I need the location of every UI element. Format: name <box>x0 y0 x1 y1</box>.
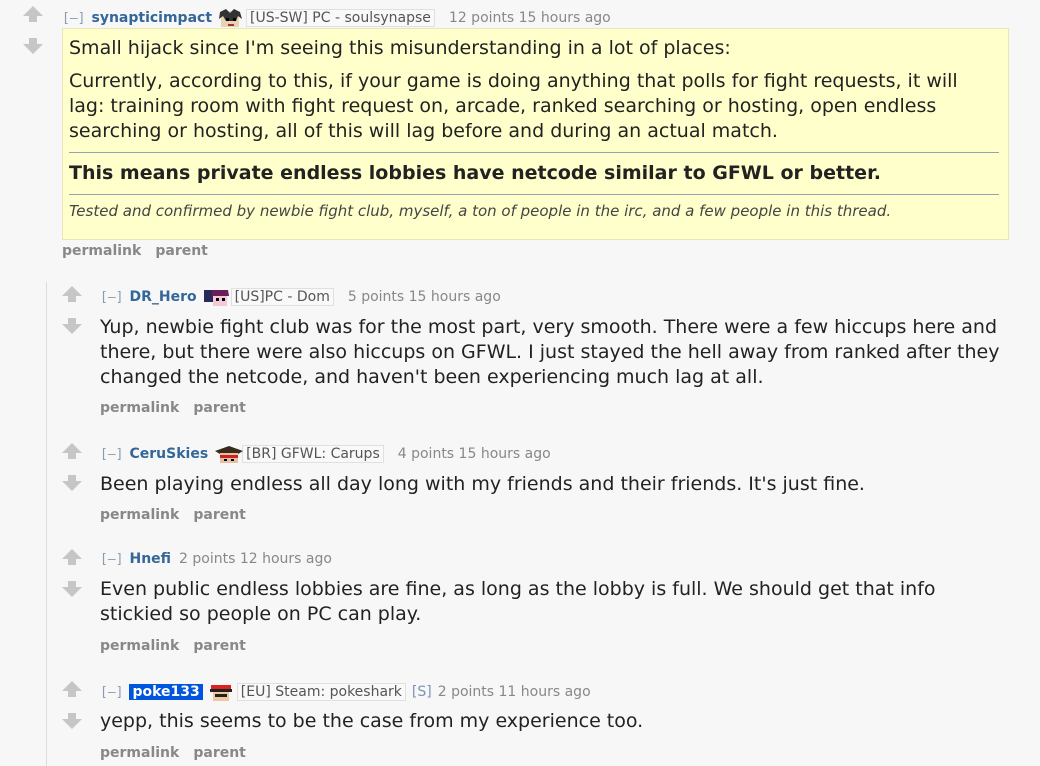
paragraph: Currently, according to this, if your ga… <box>69 70 958 142</box>
comment-body-highlight: Small hijack since I'm seeing this misun… <box>62 28 1009 240</box>
comment-buttons: permalink parent <box>100 400 246 416</box>
user-flair: [BR] GFWL: Carups <box>242 445 384 463</box>
collapse-toggle[interactable]: [–] <box>100 290 123 305</box>
score-and-time: 2 points 11 hours ago <box>437 684 591 700</box>
author-link[interactable]: synapticimpact <box>91 10 212 26</box>
comment-buttons: permalink parent <box>100 638 246 654</box>
comment-buttons: permalink parent <box>100 745 246 761</box>
stickied-tag: [S] <box>411 684 432 700</box>
score-and-time: 4 points 15 hours ago <box>397 446 551 462</box>
collapse-toggle[interactable]: [–] <box>100 552 123 567</box>
score-and-time: 2 points 12 hours ago <box>179 551 332 567</box>
comment-tagline: [–] synapticimpact [US-SW] PC - soulsyna… <box>62 9 611 27</box>
parent-button[interactable]: parent <box>193 400 246 416</box>
parent-button[interactable]: parent <box>193 638 246 654</box>
downvote-arrow-icon[interactable] <box>62 318 82 334</box>
parent-button[interactable]: parent <box>155 243 208 259</box>
comment-buttons: permalink parent <box>62 243 208 259</box>
author-link[interactable]: CeruSkies <box>129 446 208 462</box>
collapse-toggle[interactable]: [–] <box>62 11 85 26</box>
permalink-button[interactable]: permalink <box>100 638 179 654</box>
parent-button[interactable]: parent <box>193 507 246 523</box>
collapse-toggle[interactable]: [–] <box>100 685 123 700</box>
permalink-button[interactable]: permalink <box>100 507 179 523</box>
paragraph: Small hijack since I'm seeing this misun… <box>69 37 731 59</box>
flair-avatar-icon <box>218 9 243 27</box>
comment-buttons: permalink parent <box>100 507 246 523</box>
author-link[interactable]: poke133 <box>129 684 203 700</box>
horizontal-rule <box>69 152 999 153</box>
downvote-arrow-icon[interactable] <box>62 475 82 491</box>
downvote-arrow-icon[interactable] <box>23 38 43 54</box>
comment-body: Even public endless lobbies are fine, as… <box>100 578 936 625</box>
comment-tagline: [–] Hnefi 2 points 12 hours ago <box>100 551 332 567</box>
comment-tagline: [–] CeruSkies [BR] GFWL: Carups 4 points… <box>100 445 551 463</box>
author-link[interactable]: Hnefi <box>129 551 171 567</box>
upvote-arrow-icon[interactable] <box>62 286 82 302</box>
downvote-arrow-icon[interactable] <box>62 713 82 729</box>
comment-body: Yup, newbie fight club was for the most … <box>100 316 1000 388</box>
comment-tagline: [–] DR_Hero [US]PC - Dom 5 points 15 hou… <box>100 288 501 306</box>
permalink-button[interactable]: permalink <box>100 745 179 761</box>
comment-body: yepp, this seems to be the case from my … <box>100 710 644 732</box>
comment-body: Small hijack since I'm seeing this misun… <box>69 36 999 221</box>
parent-button[interactable]: parent <box>193 745 246 761</box>
child-thread-line <box>46 282 47 766</box>
user-flair: [US]PC - Dom <box>230 288 334 306</box>
comment-tagline: [–] poke133 [EU] Steam: pokeshark [S] 2 … <box>100 683 591 701</box>
upvote-arrow-icon[interactable] <box>62 549 82 565</box>
italic-note: Tested and confirmed by newbie fight clu… <box>69 202 892 220</box>
score-and-time: 12 points 15 hours ago <box>448 10 611 26</box>
upvote-arrow-icon[interactable] <box>23 6 43 22</box>
user-flair: [EU] Steam: pokeshark <box>236 683 406 701</box>
flair-avatar-icon <box>209 683 232 701</box>
upvote-arrow-icon[interactable] <box>62 443 82 459</box>
permalink-button[interactable]: permalink <box>100 400 179 416</box>
upvote-arrow-icon[interactable] <box>62 681 82 697</box>
score-and-time: 5 points 15 hours ago <box>347 289 501 305</box>
downvote-arrow-icon[interactable] <box>62 581 82 597</box>
comment-body: Been playing endless all day long with m… <box>100 473 865 495</box>
user-flair: [US-SW] PC - soulsynapse <box>246 9 435 27</box>
flair-avatar-icon <box>203 288 229 306</box>
author-link[interactable]: DR_Hero <box>129 289 196 305</box>
collapse-toggle[interactable]: [–] <box>100 447 123 462</box>
permalink-button[interactable]: permalink <box>62 243 141 259</box>
flair-avatar-icon <box>214 445 244 463</box>
bold-statement: This means private endless lobbies have … <box>69 162 881 184</box>
horizontal-rule <box>69 194 999 195</box>
